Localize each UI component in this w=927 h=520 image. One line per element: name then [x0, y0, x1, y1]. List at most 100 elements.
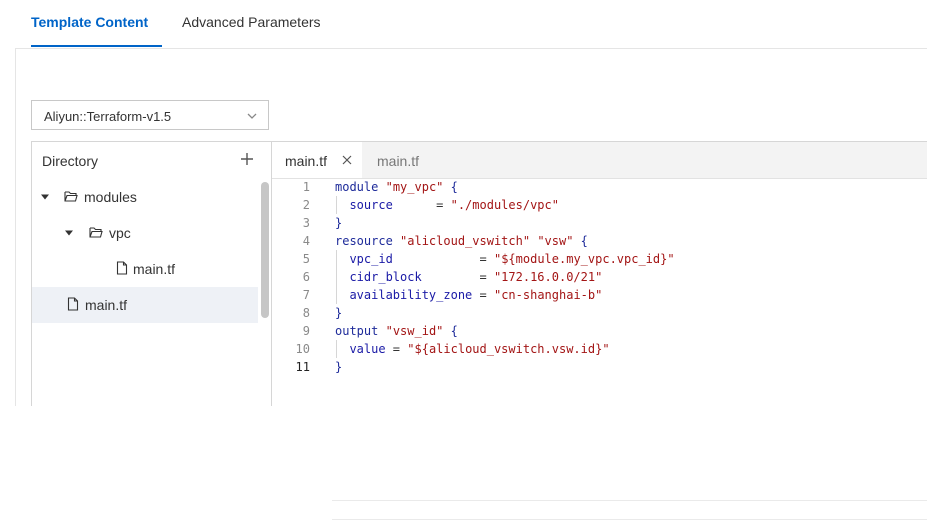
code-text: module "my_vpc" { — [335, 180, 458, 194]
code-token: = — [385, 342, 408, 356]
code-token: output — [335, 324, 379, 338]
content-border — [15, 48, 16, 406]
line-number: 6 — [302, 270, 310, 284]
tab-advanced-parameters[interactable]: Advanced Parameters — [182, 14, 321, 30]
close-icon[interactable] — [342, 155, 352, 165]
line-number: 2 — [302, 198, 310, 212]
file-icon — [116, 261, 128, 275]
tree-label: vpc — [109, 225, 131, 241]
editor-tabs: main.tf main.tf — [272, 142, 927, 179]
code-token: { — [580, 234, 588, 248]
line-number: 7 — [302, 288, 310, 302]
tree-label: modules — [84, 189, 137, 205]
tree-folder-vpc[interactable]: vpc — [32, 216, 258, 250]
code-text: value = "${alicloud_vswitch.vsw.id}" — [335, 342, 610, 356]
sidebar-scrollbar[interactable] — [261, 182, 269, 318]
top-tabs: Template Content Advanced Parameters — [15, 0, 927, 49]
code-token: module — [335, 180, 379, 194]
code-line[interactable]: 10 value = "${alicloud_vswitch.vsw.id}" — [272, 340, 927, 358]
code-token: vpc_id — [349, 252, 393, 266]
line-number: 8 — [302, 306, 310, 320]
code-token: } — [335, 306, 343, 320]
code-line[interactable]: 7 availability_zone = "cn-shanghai-b" — [272, 286, 927, 304]
code-text: } — [335, 360, 342, 374]
code-token: "cn-shanghai-b" — [493, 288, 603, 302]
plus-icon[interactable] — [239, 151, 255, 167]
editor-tab-label: main.tf — [285, 153, 328, 169]
code-token: } — [335, 360, 343, 374]
line-number: 4 — [302, 234, 310, 248]
code-text: source = "./modules/vpc" — [335, 198, 559, 212]
line-number: 9 — [302, 324, 310, 338]
line-number: 10 — [295, 342, 310, 356]
file-icon — [67, 297, 79, 311]
tree-file-main-tf[interactable]: main.tf — [32, 288, 258, 322]
code-line[interactable]: 1 module "my_vpc" { — [272, 178, 927, 196]
code-token: = — [392, 252, 494, 266]
code-line[interactable]: 4 resource "alicloud_vswitch" "vsw" { — [272, 232, 927, 250]
current-line-highlight — [332, 500, 927, 520]
tree-label: main.tf — [133, 261, 176, 277]
code-line[interactable]: 9 output "vsw_id" { — [272, 322, 927, 340]
code-line[interactable]: 3} — [272, 214, 927, 232]
code-token: { — [450, 324, 458, 338]
line-number: 3 — [302, 216, 310, 230]
folder-open-icon — [64, 191, 78, 202]
code-line[interactable]: 2 source = "./modules/vpc" — [272, 196, 927, 214]
line-number: 5 — [302, 252, 310, 266]
code-line[interactable]: 6 cidr_block = "172.16.0.0/21" — [272, 268, 927, 286]
folder-open-icon — [89, 227, 103, 238]
directory-sidebar: Directory modules vpc main.tf main.tf — [32, 142, 272, 406]
code-editor[interactable]: main.tf main.tf 1 module "my_vpc" {2 sour… — [272, 142, 927, 520]
code-text: } — [335, 216, 342, 230]
tab-template-content[interactable]: Template Content — [31, 14, 148, 30]
code-text: availability_zone = "cn-shanghai-b" — [335, 288, 602, 302]
code-text: vpc_id = "${module.my_vpc.vpc_id}" — [335, 252, 675, 266]
caret-down-icon[interactable] — [40, 192, 50, 202]
directory-title: Directory — [42, 153, 99, 169]
editor-panel: Directory modules vpc main.tf main.tf ma… — [31, 141, 927, 520]
editor-tab-main-tf[interactable]: main.tf — [362, 142, 442, 178]
code-token: "my_vpc" — [385, 180, 444, 194]
code-line[interactable]: 11} — [272, 358, 927, 376]
version-select-value: Aliyun::Terraform-v1.5 — [44, 109, 172, 124]
code-text: output "vsw_id" { — [335, 324, 458, 338]
code-token: availability_zone — [349, 288, 473, 302]
tree-label: main.tf — [85, 297, 128, 313]
tree-folder-modules[interactable]: modules — [32, 180, 258, 214]
code-token: "./modules/vpc" — [450, 198, 559, 212]
code-token: cidr_block — [349, 270, 422, 284]
version-select[interactable]: Aliyun::Terraform-v1.5 — [31, 100, 269, 130]
editor-tab-label: main.tf — [377, 153, 420, 169]
code-token: "${module.my_vpc.vpc_id}" — [493, 252, 675, 266]
active-tab-indicator — [31, 45, 162, 47]
tree-file-vpc-main-tf[interactable]: main.tf — [32, 252, 258, 286]
code-line[interactable]: 5 vpc_id = "${module.my_vpc.vpc_id}" — [272, 250, 927, 268]
code-token: "vsw_id" — [385, 324, 444, 338]
code-text: cidr_block = "172.16.0.0/21" — [335, 270, 602, 284]
code-token: value — [349, 342, 386, 356]
code-token: source — [349, 198, 393, 212]
editor-tab-main-tf-active[interactable]: main.tf — [272, 142, 362, 178]
caret-down-icon[interactable] — [64, 228, 74, 238]
code-line[interactable]: 8} — [272, 304, 927, 322]
code-token: "${alicloud_vswitch.vsw.id}" — [407, 342, 610, 356]
code-text: } — [335, 306, 342, 320]
code-text: resource "alicloud_vswitch" "vsw" { — [335, 234, 588, 248]
code-token: = — [421, 270, 494, 284]
line-number: 1 — [302, 180, 310, 194]
code-token: } — [335, 216, 343, 230]
line-number: 11 — [295, 360, 310, 374]
chevron-down-icon — [247, 113, 257, 119]
code-token: { — [450, 180, 458, 194]
